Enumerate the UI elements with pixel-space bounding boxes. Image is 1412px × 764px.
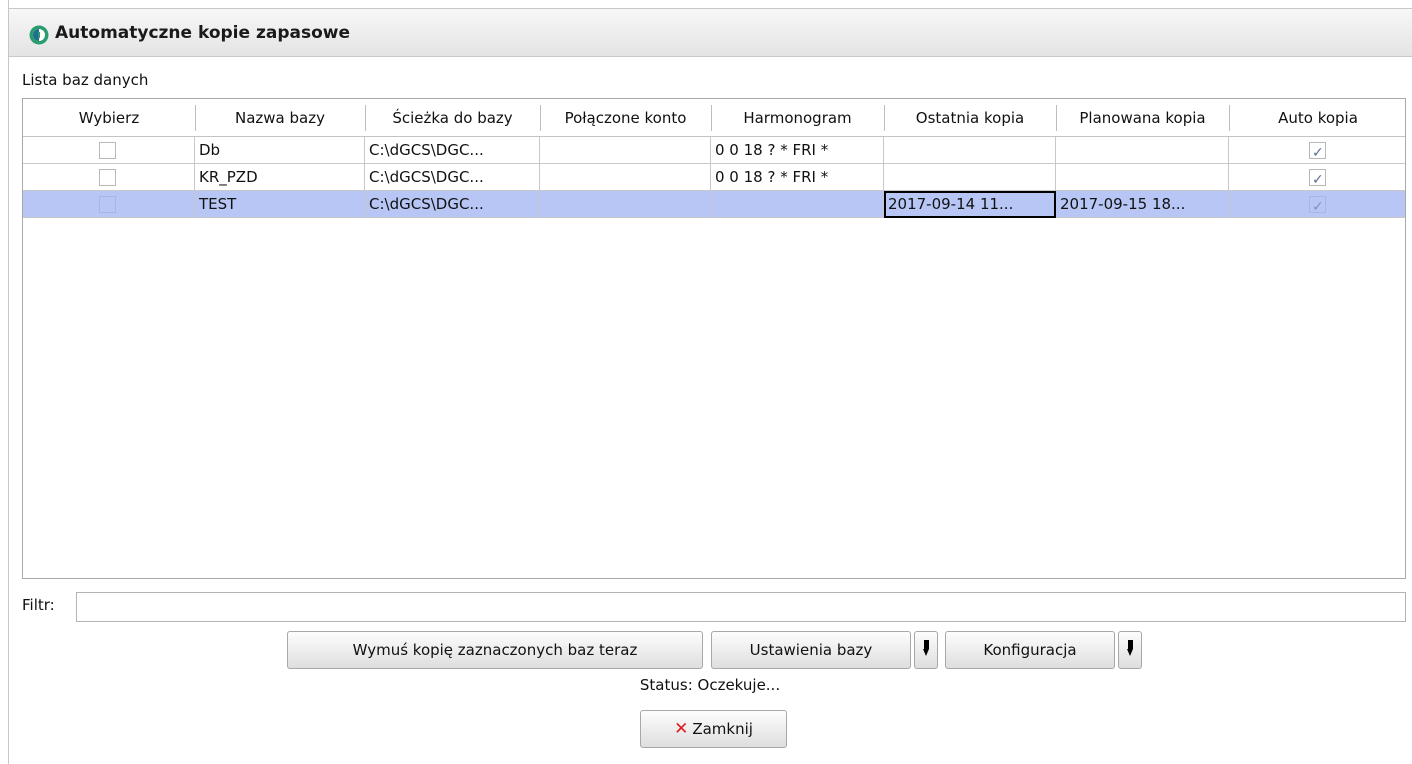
column-header-select[interactable]: Wybierz [23,99,195,137]
account-cell [540,164,711,191]
configuration-button[interactable]: Konfiguracja [945,631,1115,669]
schedule-cell: 0 0 18 ? * FRI * [711,137,884,164]
account-cell [540,191,711,218]
select-cell [23,164,195,191]
name-cell: KR_PZD [195,164,365,191]
column-header-planned-backup[interactable]: Planowana kopia [1056,99,1229,137]
select-cell [23,191,195,218]
schedule-cell [711,191,884,218]
column-header-account[interactable]: Połączone konto [540,99,711,137]
database-grid[interactable]: Wybierz Nazwa bazy Ścieżka do bazy Połąc… [22,98,1406,579]
db-settings-dropdown[interactable] [914,631,938,669]
planned-backup-cell [1056,137,1229,164]
name-cell: TEST [195,191,365,218]
auto-backup-cell: ✓ [1229,164,1405,191]
path-cell: C:\dGCS\DGC... [365,164,540,191]
last-backup-cell-focused[interactable]: 2017-09-14 11... [884,191,1056,218]
last-backup-cell [884,164,1056,191]
filter-input[interactable] [76,592,1406,622]
column-header-schedule[interactable]: Harmonogram [711,99,884,137]
checkmark-icon: ✓ [1312,172,1324,188]
configuration-dropdown[interactable] [1118,631,1142,669]
auto-backup-checkbox[interactable]: ✓ [1309,196,1326,215]
row-select-checkbox[interactable] [99,169,116,186]
app-logo-icon [29,25,49,45]
select-cell [23,137,195,164]
column-header-path[interactable]: Ścieżka do bazy [365,99,540,137]
window-left-border [0,0,9,764]
column-header-auto-backup[interactable]: Auto kopia [1229,99,1405,137]
planned-backup-cell [1056,164,1229,191]
schedule-cell: 0 0 18 ? * FRI * [711,164,884,191]
checkmark-icon: ✓ [1312,145,1324,161]
auto-backup-checkbox[interactable]: ✓ [1309,169,1326,188]
column-header-last-backup[interactable]: Ostatnia kopia [884,99,1056,137]
path-cell: C:\dGCS\DGC... [365,137,540,164]
checkmark-icon: ✓ [1312,199,1324,215]
auto-backup-cell: ✓ [1229,137,1405,164]
dropdown-arrow-icon [1127,640,1134,657]
grid-header: Wybierz Nazwa bazy Ścieżka do bazy Połąc… [23,99,1405,137]
db-settings-button[interactable]: Ustawienia bazy [711,631,911,669]
column-header-name[interactable]: Nazwa bazy [195,99,365,137]
auto-backup-checkbox[interactable]: ✓ [1309,142,1326,161]
auto-backup-cell: ✓ [1229,191,1405,218]
close-x-icon: ✕ [674,719,689,739]
title-bar: Automatyczne kopie zapasowe [9,8,1412,57]
filter-label: Filtr: [22,596,55,614]
account-cell [540,137,711,164]
row-select-checkbox[interactable] [99,196,116,213]
force-backup-button[interactable]: Wymuś kopię zaznaczonych baz teraz [287,631,703,669]
table-row[interactable]: KR_PZD C:\dGCS\DGC... 0 0 18 ? * FRI * ✓ [23,164,1405,191]
name-cell: Db [195,137,365,164]
path-cell: C:\dGCS\DGC... [365,191,540,218]
table-row-selected[interactable]: TEST C:\dGCS\DGC... 2017-09-14 11... 201… [23,191,1405,218]
row-select-checkbox[interactable] [99,142,116,159]
close-button-label: Zamknij [692,720,753,738]
dropdown-arrow-icon [923,640,930,657]
planned-backup-cell: 2017-09-15 18... [1056,191,1229,218]
list-caption: Lista baz danych [22,71,149,89]
last-backup-cell [884,137,1056,164]
table-row[interactable]: Db C:\dGCS\DGC... 0 0 18 ? * FRI * ✓ [23,137,1405,164]
status-text: Status: Oczekuje... [639,676,781,694]
close-button[interactable]: ✕ Zamknij [640,710,787,748]
window-title: Automatyczne kopie zapasowe [55,23,350,43]
